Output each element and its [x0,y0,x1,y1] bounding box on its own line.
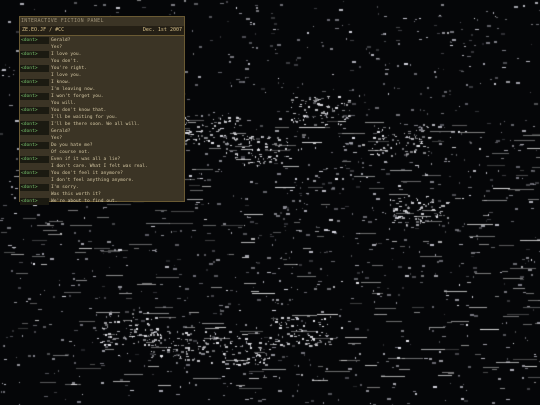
chat-line: <dont> I'm sorry. [20,184,184,191]
chat-message: We're about to find out. [51,199,118,204]
date-label: Dec. 1st 2007 [142,27,182,33]
chat-line: You will. [20,100,184,107]
chat-message: Of course not. [51,150,90,155]
chat-message: Do you hate me? [51,143,93,148]
chat-line: <dont> I won't forget you. [20,93,184,100]
chat-message: I don't care. What I felt was real. [51,164,148,169]
speaker-nick: <dont> [20,142,49,149]
chat-message: I know. [51,80,71,85]
chat-message: I love you. [51,52,82,57]
speaker-nick [20,177,49,184]
chat-line: <dont> We're about to find out. [20,198,184,205]
chat-message: Was this worth it? [51,192,101,197]
chat-line: Yes? [20,44,184,51]
chat-line: Was this worth it? [20,191,184,198]
chat-line: I'll be waiting for you. [20,114,184,121]
chat-message: You don't. [51,59,79,64]
panel-header: ZE.EO.JF / #CC Dec. 1st 2007 [20,26,184,36]
chat-line: <dont> Gerald? [20,128,184,135]
speaker-nick [20,44,49,51]
chat-line: Yes? [20,135,184,142]
speaker-nick: <dont> [20,107,49,114]
chat-message: Yes? [51,45,63,50]
chat-message: I'll be there soon. We all will. [51,122,140,127]
speaker-nick [20,149,49,156]
speaker-nick [20,163,49,170]
speaker-nick: <dont> [20,93,49,100]
chat-message: You're right. [51,66,87,71]
speaker-nick: <dont> [20,184,49,191]
speaker-nick [20,135,49,142]
chat-message: I won't forget you. [51,94,104,99]
chat-message: You don't know that. [51,108,107,113]
speaker-nick: <dont> [20,198,49,205]
chat-line: <dont> You don't know that. [20,107,184,114]
speaker-nick: <dont> [20,170,49,177]
chat-line: I don't feel anything anymore. [20,177,184,184]
chat-line: <dont> Even if it was all a lie? [20,156,184,163]
channel-label: ZE.EO.JF / #CC [22,27,65,33]
chat-message: I'll be waiting for you. [51,115,118,120]
chat-message: I love you. [51,73,82,78]
panel-title: INTERACTIVE FICTION PANEL [21,18,104,24]
chat-message: Even if it was all a lie? [51,157,121,162]
chat-log-panel: INTERACTIVE FICTION PANEL ZE.EO.JF / #CC… [19,16,185,205]
chat-line: I love you. [20,72,184,79]
chat-line: <dont> Gerald? [20,37,184,44]
chat-line: <dont> I love you. [20,51,184,58]
chat-line: <dont> You don't feel it anymore? [20,170,184,177]
chat-log[interactable]: <dont> Gerald? Yes? <dont> I love you. You do… [20,37,184,205]
speaker-nick [20,114,49,121]
speaker-nick: <dont> [20,156,49,163]
chat-message: Gerald? [51,129,71,134]
chat-message: You will. [51,101,76,106]
chat-message: I'm leaving now. [51,87,96,92]
speaker-nick: <dont> [20,37,49,44]
chat-line: I don't care. What I felt was real. [20,163,184,170]
speaker-nick: <dont> [20,128,49,135]
chat-line: I'm leaving now. [20,86,184,93]
speaker-nick: <dont> [20,121,49,128]
speaker-nick [20,100,49,107]
speaker-nick [20,191,49,198]
speaker-nick [20,72,49,79]
speaker-nick: <dont> [20,65,49,72]
chat-message: Gerald? [51,38,71,43]
chat-message: I don't feel anything anymore. [51,178,134,183]
chat-line: Of course not. [20,149,184,156]
chat-message: I'm sorry. [51,185,79,190]
chat-message: Yes? [51,136,63,141]
chat-line: <dont> You're right. [20,65,184,72]
speaker-nick: <dont> [20,51,49,58]
chat-line: <dont> Do you hate me? [20,142,184,149]
chat-line: <dont> I'll be there soon. We all will. [20,121,184,128]
speaker-nick: <dont> [20,79,49,86]
chat-message: You don't feel it anymore? [51,171,123,176]
chat-line: <dont> I know. [20,79,184,86]
speaker-nick [20,86,49,93]
chat-line: You don't. [20,58,184,65]
speaker-nick [20,58,49,65]
